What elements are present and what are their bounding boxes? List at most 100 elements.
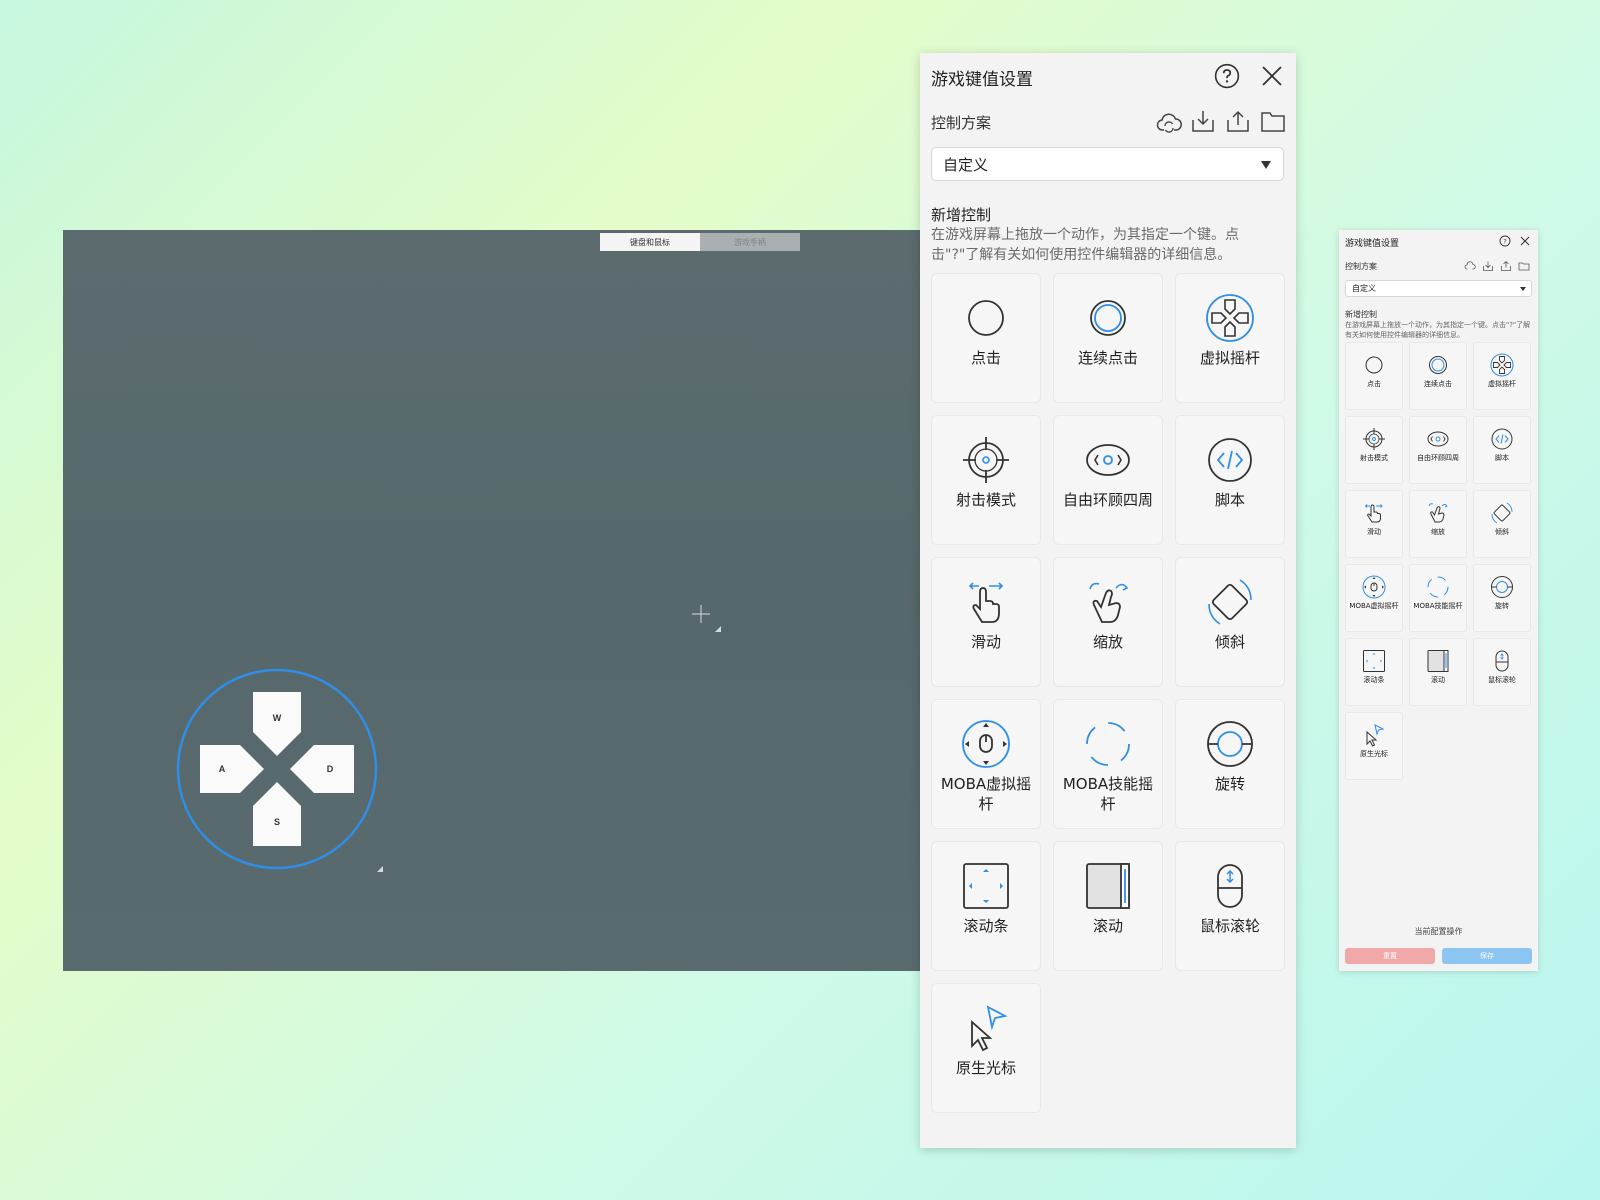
tab-gamepad[interactable]: 游戏手柄 [700, 233, 800, 251]
mini-control-script[interactable]: 脚本 [1473, 416, 1531, 484]
tap-icon [1365, 356, 1383, 374]
mini-control-label: 连续点击 [1424, 380, 1452, 388]
mouse-wheel-icon [1495, 650, 1509, 672]
scroll-icon [1427, 650, 1449, 672]
mini-save-button[interactable]: 保存 [1442, 948, 1532, 964]
moba-joystick-icon [962, 720, 1010, 768]
mini-control-label: 点击 [1367, 380, 1381, 388]
mini-control-scrollbar[interactable]: 滚动条 [1345, 638, 1403, 706]
control-scroll[interactable]: 滚动 [1053, 841, 1163, 971]
mini-cloud-icon[interactable] [1464, 260, 1476, 272]
control-scrollbar[interactable]: 滚动条 [931, 841, 1041, 971]
panel-title: 游戏键值设置 [931, 70, 1033, 90]
mini-control-label: 射击模式 [1360, 454, 1388, 462]
mini-reset-button[interactable]: 重置 [1345, 948, 1435, 964]
mini-control-moba-skill[interactable]: MOBA技能摇杆 [1409, 564, 1467, 632]
mini-control-moba-joystick[interactable]: MOBA虚拟摇杆 [1345, 564, 1403, 632]
mini-control-free-look[interactable]: 自由环顾四周 [1409, 416, 1467, 484]
mini-control-label: 缩放 [1431, 528, 1445, 536]
add-control-title: 新增控制 [931, 206, 992, 224]
shoot-mode-icon [1363, 428, 1385, 450]
control-label: 射击模式 [955, 491, 1016, 509]
mini-control-native-cursor[interactable]: 原生光标 [1345, 712, 1403, 780]
dpad-key-left[interactable]: A [200, 743, 244, 795]
swipe-icon [968, 582, 1004, 623]
control-label: 滚动条 [963, 917, 1009, 935]
crosshair-icon[interactable] [690, 603, 712, 625]
mini-control-label: 原生光标 [1360, 750, 1388, 758]
help-icon[interactable] [1214, 63, 1240, 89]
native-cursor-icon [1366, 724, 1385, 747]
control-shoot-mode[interactable]: 射击模式 [931, 415, 1041, 545]
control-label: MOBA技能摇杆 [1062, 775, 1154, 813]
control-script[interactable]: 脚本 [1175, 415, 1285, 545]
mini-control-label: 倾斜 [1495, 528, 1509, 536]
import-icon[interactable] [1191, 109, 1215, 133]
mini-help-icon[interactable]: ? [1499, 235, 1511, 247]
mini-control-rotate[interactable]: 旋转 [1473, 564, 1531, 632]
scheme-select[interactable]: 自定义 [931, 147, 1284, 181]
cloud-sync-icon[interactable] [1156, 110, 1182, 134]
crosshair-resize-handle[interactable] [715, 626, 721, 632]
mini-control-swipe[interactable]: 滑动 [1345, 490, 1403, 558]
control-label: 缩放 [1092, 633, 1123, 651]
control-zoom[interactable]: 缩放 [1053, 557, 1163, 687]
free-look-icon [1427, 431, 1449, 447]
control-label: 自由环顾四周 [1062, 491, 1153, 509]
control-label: 原生光标 [955, 1059, 1016, 1077]
control-moba-skill[interactable]: MOBA技能摇杆 [1053, 699, 1163, 829]
control-native-cursor[interactable]: 原生光标 [931, 983, 1041, 1113]
chevron-down-icon [1261, 161, 1271, 169]
shoot-mode-icon [963, 437, 1009, 483]
mini-control-continuous-tap[interactable]: 连续点击 [1409, 342, 1467, 410]
mini-control-label: 自由环顾四周 [1417, 454, 1459, 462]
mouse-wheel-icon [1217, 864, 1243, 908]
mini-scheme-value: 自定义 [1352, 284, 1376, 293]
dpad-key-down[interactable]: S [251, 796, 303, 848]
control-label: 点击 [970, 349, 1001, 367]
dpad-key-up[interactable]: W [251, 692, 303, 744]
mini-scheme-select[interactable]: 自定义 [1345, 280, 1532, 297]
controls-grid: 点击 连续点击 虚拟摇杆 射击模式 自由环顾四周 脚本 滑动 缩放 倾斜 MOB… [931, 273, 1285, 1113]
control-label: 连续点击 [1077, 349, 1138, 367]
mini-control-virtual-joystick[interactable]: 虚拟摇杆 [1473, 342, 1531, 410]
svg-text:?: ? [1503, 237, 1506, 245]
control-virtual-joystick[interactable]: 虚拟摇杆 [1175, 273, 1285, 403]
mini-add-desc: 在游戏屏幕上拖放一个动作，为其指定一个键。点击"?"了解有关如何使用控件编辑器的… [1345, 321, 1531, 339]
scrollbar-icon [1363, 650, 1385, 672]
control-label: 旋转 [1214, 775, 1245, 793]
mini-control-mouse-wheel[interactable]: 鼠标滚轮 [1473, 638, 1531, 706]
close-icon[interactable] [1260, 64, 1284, 88]
scheme-label: 控制方案 [931, 114, 992, 132]
joystick-resize-handle[interactable] [377, 866, 383, 872]
control-tilt[interactable]: 倾斜 [1175, 557, 1285, 687]
mini-close-icon[interactable] [1519, 235, 1531, 247]
rotate-icon [1207, 721, 1253, 767]
export-icon[interactable] [1226, 109, 1250, 133]
virtual-joystick-icon [1490, 353, 1514, 377]
zoom-icon [1089, 582, 1129, 623]
mini-control-zoom[interactable]: 缩放 [1409, 490, 1467, 558]
virtual-joystick-control[interactable]: W A D S [176, 668, 378, 870]
control-free-look[interactable]: 自由环顾四周 [1053, 415, 1163, 545]
continuous-tap-icon [1090, 300, 1126, 336]
mini-control-tap[interactable]: 点击 [1345, 342, 1403, 410]
mini-scheme-label: 控制方案 [1345, 262, 1377, 271]
mini-import-icon[interactable] [1482, 260, 1494, 272]
mini-control-scroll[interactable]: 滚动 [1409, 638, 1467, 706]
control-swipe[interactable]: 滑动 [931, 557, 1041, 687]
dpad-key-right[interactable]: D [308, 743, 352, 795]
mini-control-shoot-mode[interactable]: 射击模式 [1345, 416, 1403, 484]
control-tap[interactable]: 点击 [931, 273, 1041, 403]
mini-export-icon[interactable] [1500, 260, 1512, 272]
control-continuous-tap[interactable]: 连续点击 [1053, 273, 1163, 403]
mini-folder-icon[interactable] [1518, 260, 1530, 272]
tab-keyboard-mouse[interactable]: 键盘和鼠标 [600, 233, 700, 251]
folder-icon[interactable] [1261, 110, 1285, 132]
mini-control-tilt[interactable]: 倾斜 [1473, 490, 1531, 558]
control-mouse-wheel[interactable]: 鼠标滚轮 [1175, 841, 1285, 971]
control-moba-joystick[interactable]: MOBA虚拟摇杆 [931, 699, 1041, 829]
mini-control-label: 旋转 [1495, 602, 1509, 610]
control-label: 滚动 [1092, 917, 1123, 935]
control-rotate[interactable]: 旋转 [1175, 699, 1285, 829]
